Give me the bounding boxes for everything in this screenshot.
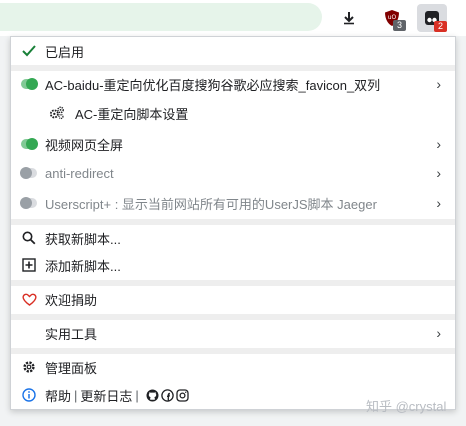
enabled-label: 已启用 bbox=[45, 44, 85, 60]
github-icon[interactable] bbox=[146, 389, 159, 402]
help-links: 帮助 | 更新日志 | bbox=[45, 386, 191, 405]
plus-square-icon bbox=[21, 257, 37, 273]
script-item-userscript-plus[interactable]: Userscript+ : 显示当前网站所有可用的UserJS脚本 Jaeger… bbox=[11, 189, 455, 217]
toggle-off-icon[interactable] bbox=[20, 195, 37, 211]
chevron-right-icon: › bbox=[436, 136, 441, 152]
download-button[interactable] bbox=[334, 4, 364, 32]
facebook-icon[interactable] bbox=[161, 388, 174, 402]
gear-icon bbox=[21, 359, 37, 375]
changelog-link[interactable]: 更新日志 bbox=[80, 386, 132, 405]
divider bbox=[11, 348, 455, 354]
enabled-status-row[interactable]: 已启用 bbox=[11, 39, 455, 63]
dashboard-label: 管理面板 bbox=[45, 360, 98, 376]
add-new-script-label: 添加新脚本... bbox=[45, 258, 121, 274]
chevron-right-icon: › bbox=[436, 325, 441, 341]
address-bar[interactable] bbox=[0, 3, 322, 31]
check-icon bbox=[21, 43, 37, 59]
help-link[interactable]: 帮助 bbox=[45, 386, 71, 405]
tampermonkey-extension-button[interactable]: 2 bbox=[417, 4, 447, 32]
script-command-label: AC-重定向脚本设置 bbox=[75, 106, 189, 122]
search-icon bbox=[21, 230, 37, 246]
donate-item[interactable]: 欢迎捐助 bbox=[11, 287, 455, 311]
download-icon bbox=[344, 12, 354, 25]
ublock-badge: 3 bbox=[393, 20, 406, 31]
social-links bbox=[146, 388, 191, 402]
script-item-video-fullscreen[interactable]: 视频网页全屏 › bbox=[11, 131, 455, 157]
script-label: 视频网页全屏 bbox=[45, 137, 124, 153]
script-label: Userscript+ : 显示当前网站所有可用的UserJS脚本 Jaeger bbox=[45, 196, 377, 212]
utilities-item[interactable]: 实用工具 › bbox=[11, 321, 455, 345]
link-divider: | bbox=[135, 387, 139, 403]
script-item-ac-baidu[interactable]: AC-baidu-重定向优化百度搜狗谷歌必应搜索_favicon_双列 › bbox=[11, 71, 455, 97]
find-new-scripts-label: 获取新脚本... bbox=[45, 231, 121, 247]
tampermonkey-badge: 2 bbox=[434, 21, 447, 32]
script-label: AC-baidu-重定向优化百度搜狗谷歌必应搜索_favicon_双列 bbox=[45, 77, 381, 93]
chevron-right-icon: › bbox=[436, 76, 441, 92]
script-command-ac-settings[interactable]: AC-重定向脚本设置 bbox=[11, 99, 455, 127]
instagram-icon[interactable] bbox=[176, 388, 189, 402]
script-label: anti-redirect bbox=[45, 165, 114, 181]
toggle-off-icon[interactable] bbox=[20, 165, 37, 181]
link-divider: | bbox=[74, 387, 78, 403]
find-new-scripts-item[interactable]: 获取新脚本... bbox=[11, 226, 455, 250]
heart-icon bbox=[21, 291, 37, 307]
script-item-anti-redirect[interactable]: anti-redirect › bbox=[11, 159, 455, 187]
divider bbox=[11, 314, 455, 320]
toggle-on-icon[interactable] bbox=[21, 76, 38, 92]
utilities-label: 实用工具 bbox=[45, 326, 98, 342]
divider bbox=[11, 280, 455, 286]
add-new-script-item[interactable]: 添加新脚本... bbox=[11, 253, 455, 277]
info-icon bbox=[21, 387, 37, 403]
chevron-right-icon: › bbox=[436, 195, 441, 211]
chevron-right-icon: › bbox=[436, 165, 441, 181]
divider bbox=[11, 219, 455, 225]
gears-icon bbox=[49, 105, 65, 121]
dashboard-item[interactable]: 管理面板 bbox=[11, 355, 455, 379]
tampermonkey-popup-menu: 已启用 AC-baidu-重定向优化百度搜狗谷歌必应搜索_favicon_双列 … bbox=[10, 36, 456, 410]
ublock-extension-button[interactable]: uO 3 bbox=[377, 4, 407, 32]
toggle-on-icon[interactable] bbox=[21, 136, 38, 152]
donate-label: 欢迎捐助 bbox=[45, 292, 98, 308]
watermark: 知乎 @crystal bbox=[366, 399, 447, 414]
browser-toolbar: uO 3 2 bbox=[0, 0, 466, 36]
